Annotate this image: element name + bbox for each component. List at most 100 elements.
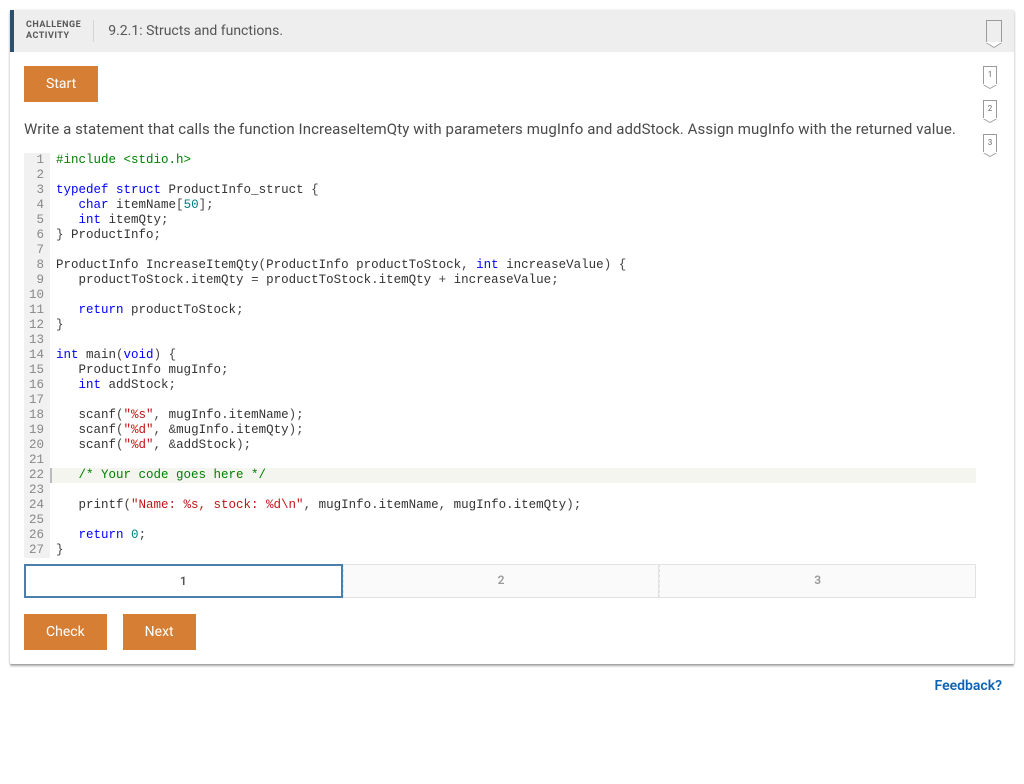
code-text[interactable]: } ProductInfo; — [50, 228, 976, 243]
activity-title: 9.2.1: Structs and functions. — [94, 23, 283, 39]
code-line[interactable]: 10 — [24, 288, 976, 303]
code-line[interactable]: 17 — [24, 393, 976, 408]
bookmark-icon[interactable] — [986, 20, 1002, 42]
code-line[interactable]: 27} — [24, 543, 976, 558]
code-text[interactable]: char itemName[50]; — [50, 198, 976, 213]
activity-kicker: CHALLENGE ACTIVITY — [26, 20, 94, 42]
code-editor[interactable]: 1#include <stdio.h>23typedef struct Prod… — [24, 153, 976, 558]
code-line[interactable]: 5 int itemQty; — [24, 213, 976, 228]
code-text[interactable]: } — [50, 543, 976, 558]
line-number: 24 — [24, 498, 50, 513]
step-badge-1[interactable]: 1 — [983, 66, 997, 84]
line-number: 13 — [24, 333, 50, 348]
line-number: 6 — [24, 228, 50, 243]
code-line[interactable]: 26 return 0; — [24, 528, 976, 543]
code-text[interactable]: productToStock.itemQty = productToStock.… — [50, 273, 976, 288]
line-number: 14 — [24, 348, 50, 363]
code-line[interactable]: 4 char itemName[50]; — [24, 198, 976, 213]
code-line[interactable]: 21 — [24, 453, 976, 468]
line-number: 21 — [24, 453, 50, 468]
line-number: 27 — [24, 543, 50, 558]
code-line[interactable]: 3typedef struct ProductInfo_struct { — [24, 183, 976, 198]
line-number: 9 — [24, 273, 50, 288]
code-text[interactable]: scanf("%d", &mugInfo.itemQty); — [50, 423, 976, 438]
line-number: 5 — [24, 213, 50, 228]
step-badge-2[interactable]: 2 — [983, 100, 997, 118]
progress-tab-2[interactable]: 2 — [343, 564, 660, 598]
code-text[interactable]: scanf("%s", mugInfo.itemName); — [50, 408, 976, 423]
progress-tab-3[interactable]: 3 — [659, 564, 976, 598]
code-text[interactable]: typedef struct ProductInfo_struct { — [50, 183, 976, 198]
step-indicator-column: 1 2 3 — [976, 66, 1004, 650]
activity-header: CHALLENGE ACTIVITY 9.2.1: Structs and fu… — [10, 10, 1014, 52]
code-line[interactable]: 19 scanf("%d", &mugInfo.itemQty); — [24, 423, 976, 438]
line-number: 16 — [24, 378, 50, 393]
code-line[interactable]: 7 — [24, 243, 976, 258]
code-text[interactable]: #include <stdio.h> — [50, 153, 976, 168]
code-text[interactable]: ProductInfo IncreaseItemQty(ProductInfo … — [50, 258, 976, 273]
code-line[interactable]: 13 — [24, 333, 976, 348]
line-number: 25 — [24, 513, 50, 528]
code-line[interactable]: 20 scanf("%d", &addStock); — [24, 438, 976, 453]
code-line[interactable]: 11 return productToStock; — [24, 303, 976, 318]
code-line[interactable]: 23 — [24, 483, 976, 498]
code-text[interactable]: int main(void) { — [50, 348, 976, 363]
code-line[interactable]: 2 — [24, 168, 976, 183]
code-line[interactable]: 12} — [24, 318, 976, 333]
code-line[interactable]: 8ProductInfo IncreaseItemQty(ProductInfo… — [24, 258, 976, 273]
code-text[interactable] — [50, 393, 976, 408]
line-number: 11 — [24, 303, 50, 318]
line-number: 12 — [24, 318, 50, 333]
line-number: 23 — [24, 483, 50, 498]
line-number: 4 — [24, 198, 50, 213]
line-number: 20 — [24, 438, 50, 453]
code-line[interactable]: 25 — [24, 513, 976, 528]
kicker-line-1: CHALLENGE — [26, 20, 81, 31]
code-text[interactable] — [50, 453, 976, 468]
code-line[interactable]: 9 productToStock.itemQty = productToStoc… — [24, 273, 976, 288]
code-line[interactable]: 1#include <stdio.h> — [24, 153, 976, 168]
step-badge-3[interactable]: 3 — [983, 134, 997, 152]
code-text[interactable] — [50, 243, 976, 258]
feedback-link[interactable]: Feedback? — [0, 668, 1024, 694]
code-text[interactable]: return 0; — [50, 528, 976, 543]
code-text[interactable] — [50, 483, 976, 498]
code-line[interactable]: 14int main(void) { — [24, 348, 976, 363]
line-number: 3 — [24, 183, 50, 198]
code-text[interactable]: ProductInfo mugInfo; — [50, 363, 976, 378]
code-text[interactable] — [50, 288, 976, 303]
line-number: 10 — [24, 288, 50, 303]
prompt-text: Write a statement that calls the functio… — [24, 118, 976, 141]
start-button[interactable]: Start — [24, 66, 98, 102]
line-number: 19 — [24, 423, 50, 438]
line-number: 18 — [24, 408, 50, 423]
code-text[interactable]: scanf("%d", &addStock); — [50, 438, 976, 453]
line-number: 22 — [24, 468, 50, 483]
code-text[interactable]: /* Your code goes here */ — [50, 468, 976, 483]
code-line[interactable]: 16 int addStock; — [24, 378, 976, 393]
code-text[interactable] — [50, 168, 976, 183]
progress-tab-1[interactable]: 1 — [24, 564, 343, 598]
line-number: 1 — [24, 153, 50, 168]
code-line[interactable]: 18 scanf("%s", mugInfo.itemName); — [24, 408, 976, 423]
check-button[interactable]: Check — [24, 614, 107, 650]
line-number: 2 — [24, 168, 50, 183]
line-number: 26 — [24, 528, 50, 543]
code-text[interactable] — [50, 333, 976, 348]
code-line[interactable]: 15 ProductInfo mugInfo; — [24, 363, 976, 378]
code-text[interactable]: int itemQty; — [50, 213, 976, 228]
line-number: 15 — [24, 363, 50, 378]
code-text[interactable]: return productToStock; — [50, 303, 976, 318]
code-line[interactable]: 6} ProductInfo; — [24, 228, 976, 243]
code-line[interactable]: 22 /* Your code goes here */ — [24, 468, 976, 483]
line-number: 8 — [24, 258, 50, 273]
code-line[interactable]: 24 printf("Name: %s, stock: %d\n", mugIn… — [24, 498, 976, 513]
line-number: 7 — [24, 243, 50, 258]
code-text[interactable]: int addStock; — [50, 378, 976, 393]
code-text[interactable] — [50, 513, 976, 528]
next-button[interactable]: Next — [123, 614, 196, 650]
code-text[interactable]: } — [50, 318, 976, 333]
kicker-line-2: ACTIVITY — [26, 31, 81, 42]
line-number: 17 — [24, 393, 50, 408]
code-text[interactable]: printf("Name: %s, stock: %d\n", mugInfo.… — [50, 498, 976, 513]
